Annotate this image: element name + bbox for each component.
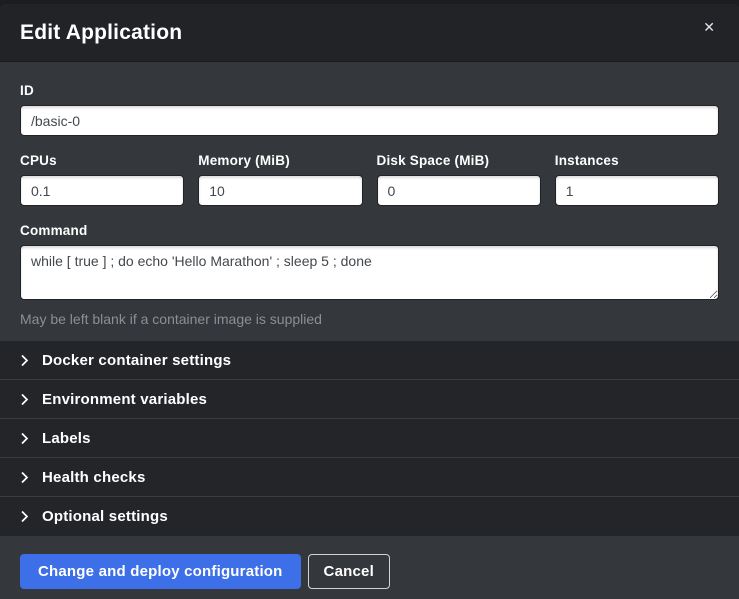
cpus-field-group: CPUs xyxy=(20,153,184,206)
section-label: Environment variables xyxy=(42,391,207,408)
page-backdrop: Edit Application ✕ ID CPUs Memory (MiB) … xyxy=(0,0,739,599)
id-field-group: ID xyxy=(20,83,719,136)
instances-field-group: Instances xyxy=(555,153,719,206)
instances-input[interactable] xyxy=(555,175,719,206)
instances-label: Instances xyxy=(555,153,719,168)
memory-field-group: Memory (MiB) xyxy=(198,153,362,206)
section-optional-settings[interactable]: Optional settings xyxy=(0,497,739,536)
section-label: Docker container settings xyxy=(42,352,231,369)
command-help-text: May be left blank if a container image i… xyxy=(20,311,719,327)
memory-input[interactable] xyxy=(198,175,362,206)
section-label: Health checks xyxy=(42,469,145,486)
modal-body: ID CPUs Memory (MiB) Disk Space (MiB) In xyxy=(0,62,739,341)
modal-header: Edit Application ✕ xyxy=(0,4,739,62)
edit-application-modal: Edit Application ✕ ID CPUs Memory (MiB) … xyxy=(0,4,739,599)
disk-input[interactable] xyxy=(377,175,541,206)
cpus-input[interactable] xyxy=(20,175,184,206)
section-docker-container-settings[interactable]: Docker container settings xyxy=(0,341,739,380)
command-textarea[interactable]: while [ true ] ; do echo 'Hello Marathon… xyxy=(20,245,719,300)
memory-label: Memory (MiB) xyxy=(198,153,362,168)
chevron-right-icon xyxy=(20,471,29,484)
id-input[interactable] xyxy=(20,105,719,136)
id-label: ID xyxy=(20,83,719,98)
modal-title: Edit Application xyxy=(20,21,182,45)
chevron-right-icon xyxy=(20,354,29,367)
section-labels[interactable]: Labels xyxy=(0,419,739,458)
modal-footer: Change and deploy configuration Cancel xyxy=(0,536,739,599)
accordion-sections: Docker container settings Environment va… xyxy=(0,341,739,536)
section-health-checks[interactable]: Health checks xyxy=(0,458,739,497)
close-icon[interactable]: ✕ xyxy=(699,16,719,38)
resources-row: CPUs Memory (MiB) Disk Space (MiB) Insta… xyxy=(20,153,719,206)
cancel-button[interactable]: Cancel xyxy=(308,554,390,589)
chevron-right-icon xyxy=(20,510,29,523)
disk-label: Disk Space (MiB) xyxy=(377,153,541,168)
section-environment-variables[interactable]: Environment variables xyxy=(0,380,739,419)
chevron-right-icon xyxy=(20,393,29,406)
section-label: Labels xyxy=(42,430,91,447)
command-field-group: Command while [ true ] ; do echo 'Hello … xyxy=(20,223,719,327)
disk-field-group: Disk Space (MiB) xyxy=(377,153,541,206)
change-and-deploy-button[interactable]: Change and deploy configuration xyxy=(20,554,301,589)
chevron-right-icon xyxy=(20,432,29,445)
section-label: Optional settings xyxy=(42,508,168,525)
cpus-label: CPUs xyxy=(20,153,184,168)
command-label: Command xyxy=(20,223,719,238)
